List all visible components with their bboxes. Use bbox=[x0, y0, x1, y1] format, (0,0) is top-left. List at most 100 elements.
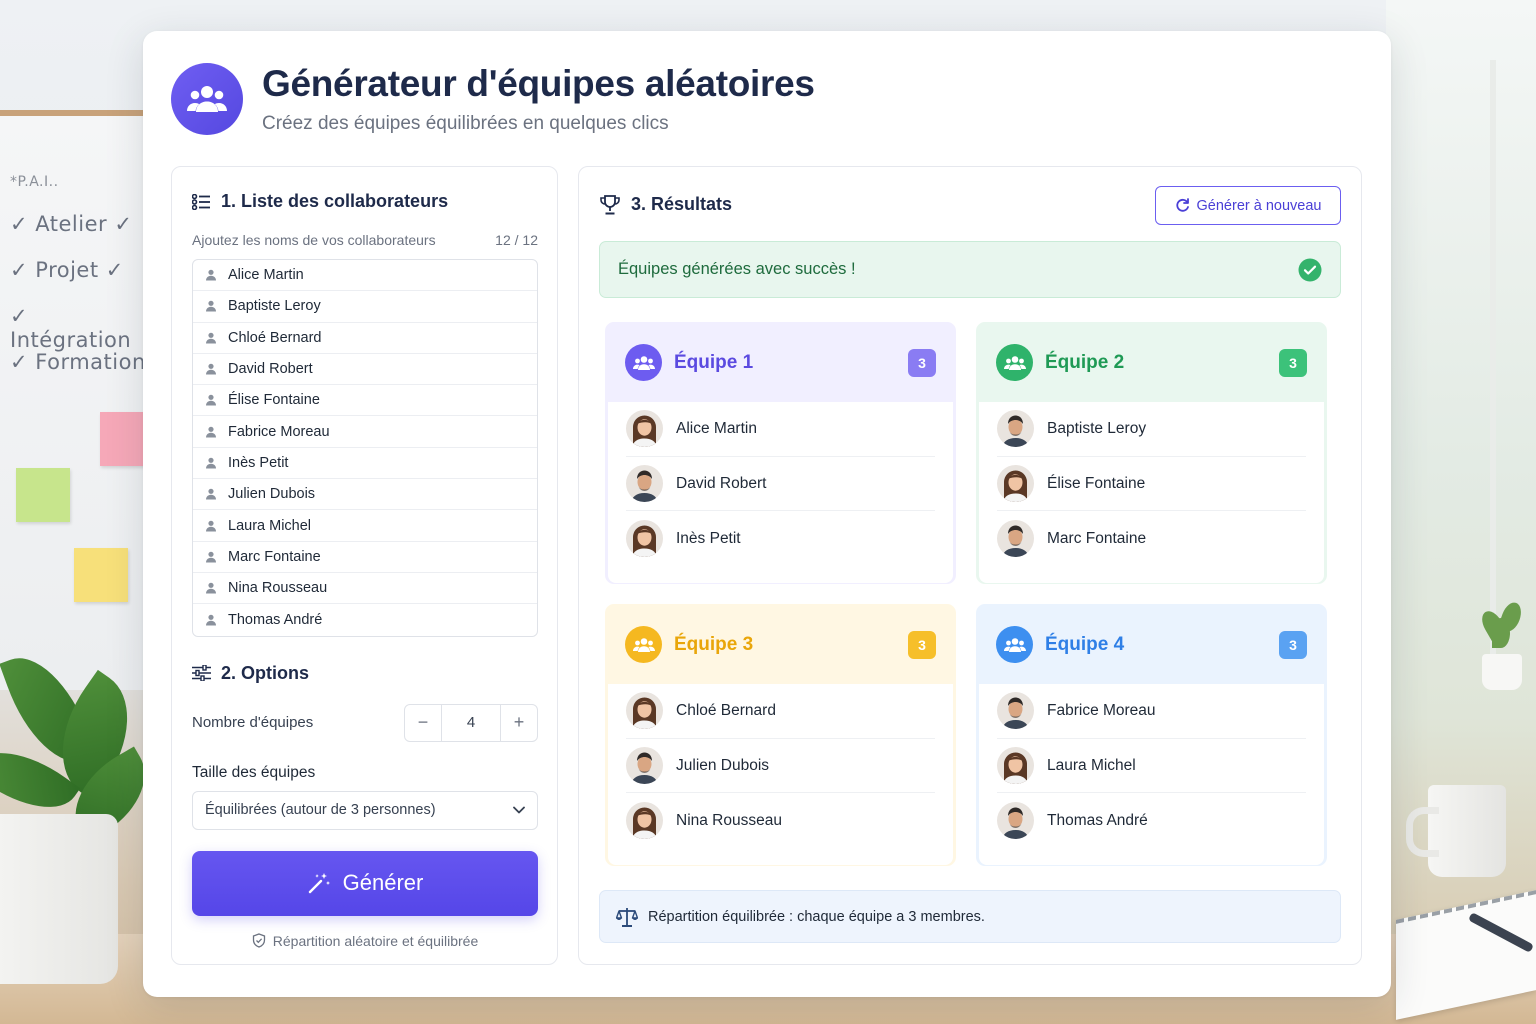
avatar bbox=[997, 692, 1034, 730]
avatar bbox=[997, 465, 1034, 503]
collaborator-row[interactable]: David Robert bbox=[193, 354, 537, 386]
team-member: Fabrice Moreau bbox=[997, 684, 1306, 739]
collaborator-row[interactable]: Baptiste Leroy bbox=[193, 291, 537, 323]
info-bar: Répartition équilibrée : chaque équipe a… bbox=[599, 890, 1341, 943]
board-scribble: *P.A.I.. bbox=[10, 174, 59, 190]
user-icon bbox=[205, 488, 217, 500]
team-member: Chloé Bernard bbox=[626, 684, 935, 739]
settings-panel: 1. Liste des collaborateurs Ajoutez les … bbox=[171, 166, 558, 965]
collaborator-row[interactable]: Laura Michel bbox=[193, 510, 537, 542]
collaborator-row[interactable]: Nina Rousseau bbox=[193, 573, 537, 605]
avatar bbox=[626, 692, 663, 730]
section-title-text: 1. Liste des collaborateurs bbox=[221, 191, 449, 211]
team-member: Nina Rousseau bbox=[626, 793, 935, 848]
team-name: Équipe 1 bbox=[674, 351, 754, 373]
team-count-label: Nombre d'équipes bbox=[192, 714, 314, 732]
balance-scale-icon bbox=[616, 907, 638, 927]
team-name: Équipe 3 bbox=[674, 633, 754, 655]
team-members: Baptiste Leroy Élise Fontaine Marc Fontain… bbox=[979, 402, 1324, 583]
team-size-select[interactable]: Équilibrées (autour de 3 personnes) bbox=[192, 790, 538, 830]
sliders-icon bbox=[192, 665, 211, 682]
user-icon bbox=[205, 394, 217, 406]
team-member: Julien Dubois bbox=[626, 739, 935, 794]
user-icon bbox=[205, 300, 217, 312]
board-note: ✓ Projet ✓ bbox=[10, 258, 124, 282]
generate-button[interactable]: Générer bbox=[192, 850, 538, 916]
collaborators-section-title: 1. Liste des collaborateurs bbox=[192, 191, 538, 212]
member-name: Nina Rousseau bbox=[676, 811, 782, 829]
user-icon bbox=[205, 614, 217, 626]
list-icon bbox=[192, 193, 210, 210]
team-name: Équipe 2 bbox=[1045, 351, 1125, 373]
magic-wand-icon bbox=[308, 873, 330, 894]
collaborator-name: Nina Rousseau bbox=[228, 580, 328, 597]
users-icon bbox=[996, 626, 1033, 663]
success-alert: Équipes générées avec succès ! bbox=[599, 241, 1341, 298]
collaborator-row[interactable]: Inès Petit bbox=[193, 448, 537, 480]
avatar bbox=[626, 747, 663, 785]
collaborator-row[interactable]: Fabrice Moreau bbox=[193, 416, 537, 448]
background-whiteboard: *P.A.I.. ✓ Atelier ✓ ✓ Projet ✓ ✓ Intégr… bbox=[0, 110, 154, 690]
page-title: Générateur d'équipes aléatoires bbox=[262, 63, 815, 104]
avatar bbox=[997, 520, 1034, 558]
user-icon bbox=[205, 269, 217, 281]
decrement-button[interactable]: − bbox=[405, 705, 441, 741]
info-text: Répartition équilibrée : chaque équipe a… bbox=[648, 908, 985, 925]
collaborators-list[interactable]: Alice Martin Baptiste Leroy Chloé Bernard D… bbox=[192, 259, 538, 637]
users-icon bbox=[171, 63, 243, 135]
board-note: ✓ Intégration bbox=[10, 304, 132, 352]
collaborator-name: Chloé Bernard bbox=[228, 329, 322, 346]
collaborator-name: Thomas André bbox=[228, 611, 323, 628]
team-member: Laura Michel bbox=[997, 739, 1306, 794]
member-name: Laura Michel bbox=[1047, 756, 1136, 774]
team-member: Marc Fontaine bbox=[997, 511, 1306, 566]
member-name: Baptiste Leroy bbox=[1047, 419, 1147, 437]
footnote-text: Répartition aléatoire et équilibrée bbox=[272, 932, 479, 949]
team-members: Chloé Bernard Julien Dubois Nina Rousseau bbox=[608, 684, 953, 865]
team-count-badge: 3 bbox=[908, 630, 936, 659]
collaborators-count: 12 / 12 bbox=[495, 232, 538, 248]
avatar bbox=[626, 465, 663, 503]
collaborator-row[interactable]: Alice Martin bbox=[193, 260, 537, 292]
collaborator-row[interactable]: Thomas André bbox=[193, 604, 537, 635]
collaborator-name: Alice Martin bbox=[228, 267, 304, 284]
team-count-value[interactable]: 4 bbox=[441, 704, 501, 741]
team-count-stepper: − 4 + bbox=[404, 703, 538, 742]
team-header: Équipe 1 3 bbox=[606, 323, 955, 402]
regenerate-button-label: Générer à nouveau bbox=[1196, 197, 1322, 214]
avatar bbox=[997, 802, 1034, 840]
avatar bbox=[626, 802, 663, 840]
collaborator-name: Élise Fontaine bbox=[228, 392, 320, 409]
member-name: Fabrice Moreau bbox=[1047, 701, 1156, 719]
options-section-title: 2. Options bbox=[192, 663, 538, 684]
collaborator-row[interactable]: Chloé Bernard bbox=[193, 323, 537, 354]
member-name: Alice Martin bbox=[676, 419, 757, 437]
plant-image bbox=[0, 640, 164, 1024]
collaborator-name: Baptiste Leroy bbox=[228, 298, 321, 315]
team-header: Équipe 4 3 bbox=[977, 605, 1326, 684]
team-count-badge: 3 bbox=[908, 348, 936, 377]
mug-image bbox=[1406, 785, 1506, 877]
window-frame bbox=[1490, 60, 1496, 680]
user-icon bbox=[205, 426, 217, 438]
member-name: David Robert bbox=[676, 474, 767, 492]
shield-check-icon bbox=[252, 933, 265, 948]
team-member: David Robert bbox=[626, 457, 935, 512]
generate-button-label: Générer bbox=[342, 870, 424, 896]
chevron-down-icon bbox=[513, 806, 525, 814]
section-title-text: 3. Résultats bbox=[631, 194, 733, 214]
collaborator-row[interactable]: Élise Fontaine bbox=[193, 385, 537, 417]
collaborator-name: Laura Michel bbox=[228, 517, 312, 534]
collaborator-row[interactable]: Marc Fontaine bbox=[193, 542, 537, 573]
results-section-title: 3. Résultats bbox=[599, 194, 732, 215]
collaborator-row[interactable]: Julien Dubois bbox=[193, 479, 537, 511]
team-header: Équipe 3 3 bbox=[606, 605, 955, 684]
user-icon bbox=[205, 363, 217, 375]
board-note: ✓ Formation bbox=[10, 350, 146, 374]
team-card: Équipe 2 3 Baptiste Leroy Élise Fontaine Mar… bbox=[976, 322, 1327, 584]
member-name: Julien Dubois bbox=[676, 756, 770, 774]
increment-button[interactable]: + bbox=[501, 705, 537, 741]
team-members: Alice Martin David Robert Inès Petit bbox=[608, 402, 953, 583]
board-note: ✓ Atelier ✓ bbox=[10, 212, 133, 236]
regenerate-button[interactable]: Générer à nouveau bbox=[1155, 186, 1341, 225]
